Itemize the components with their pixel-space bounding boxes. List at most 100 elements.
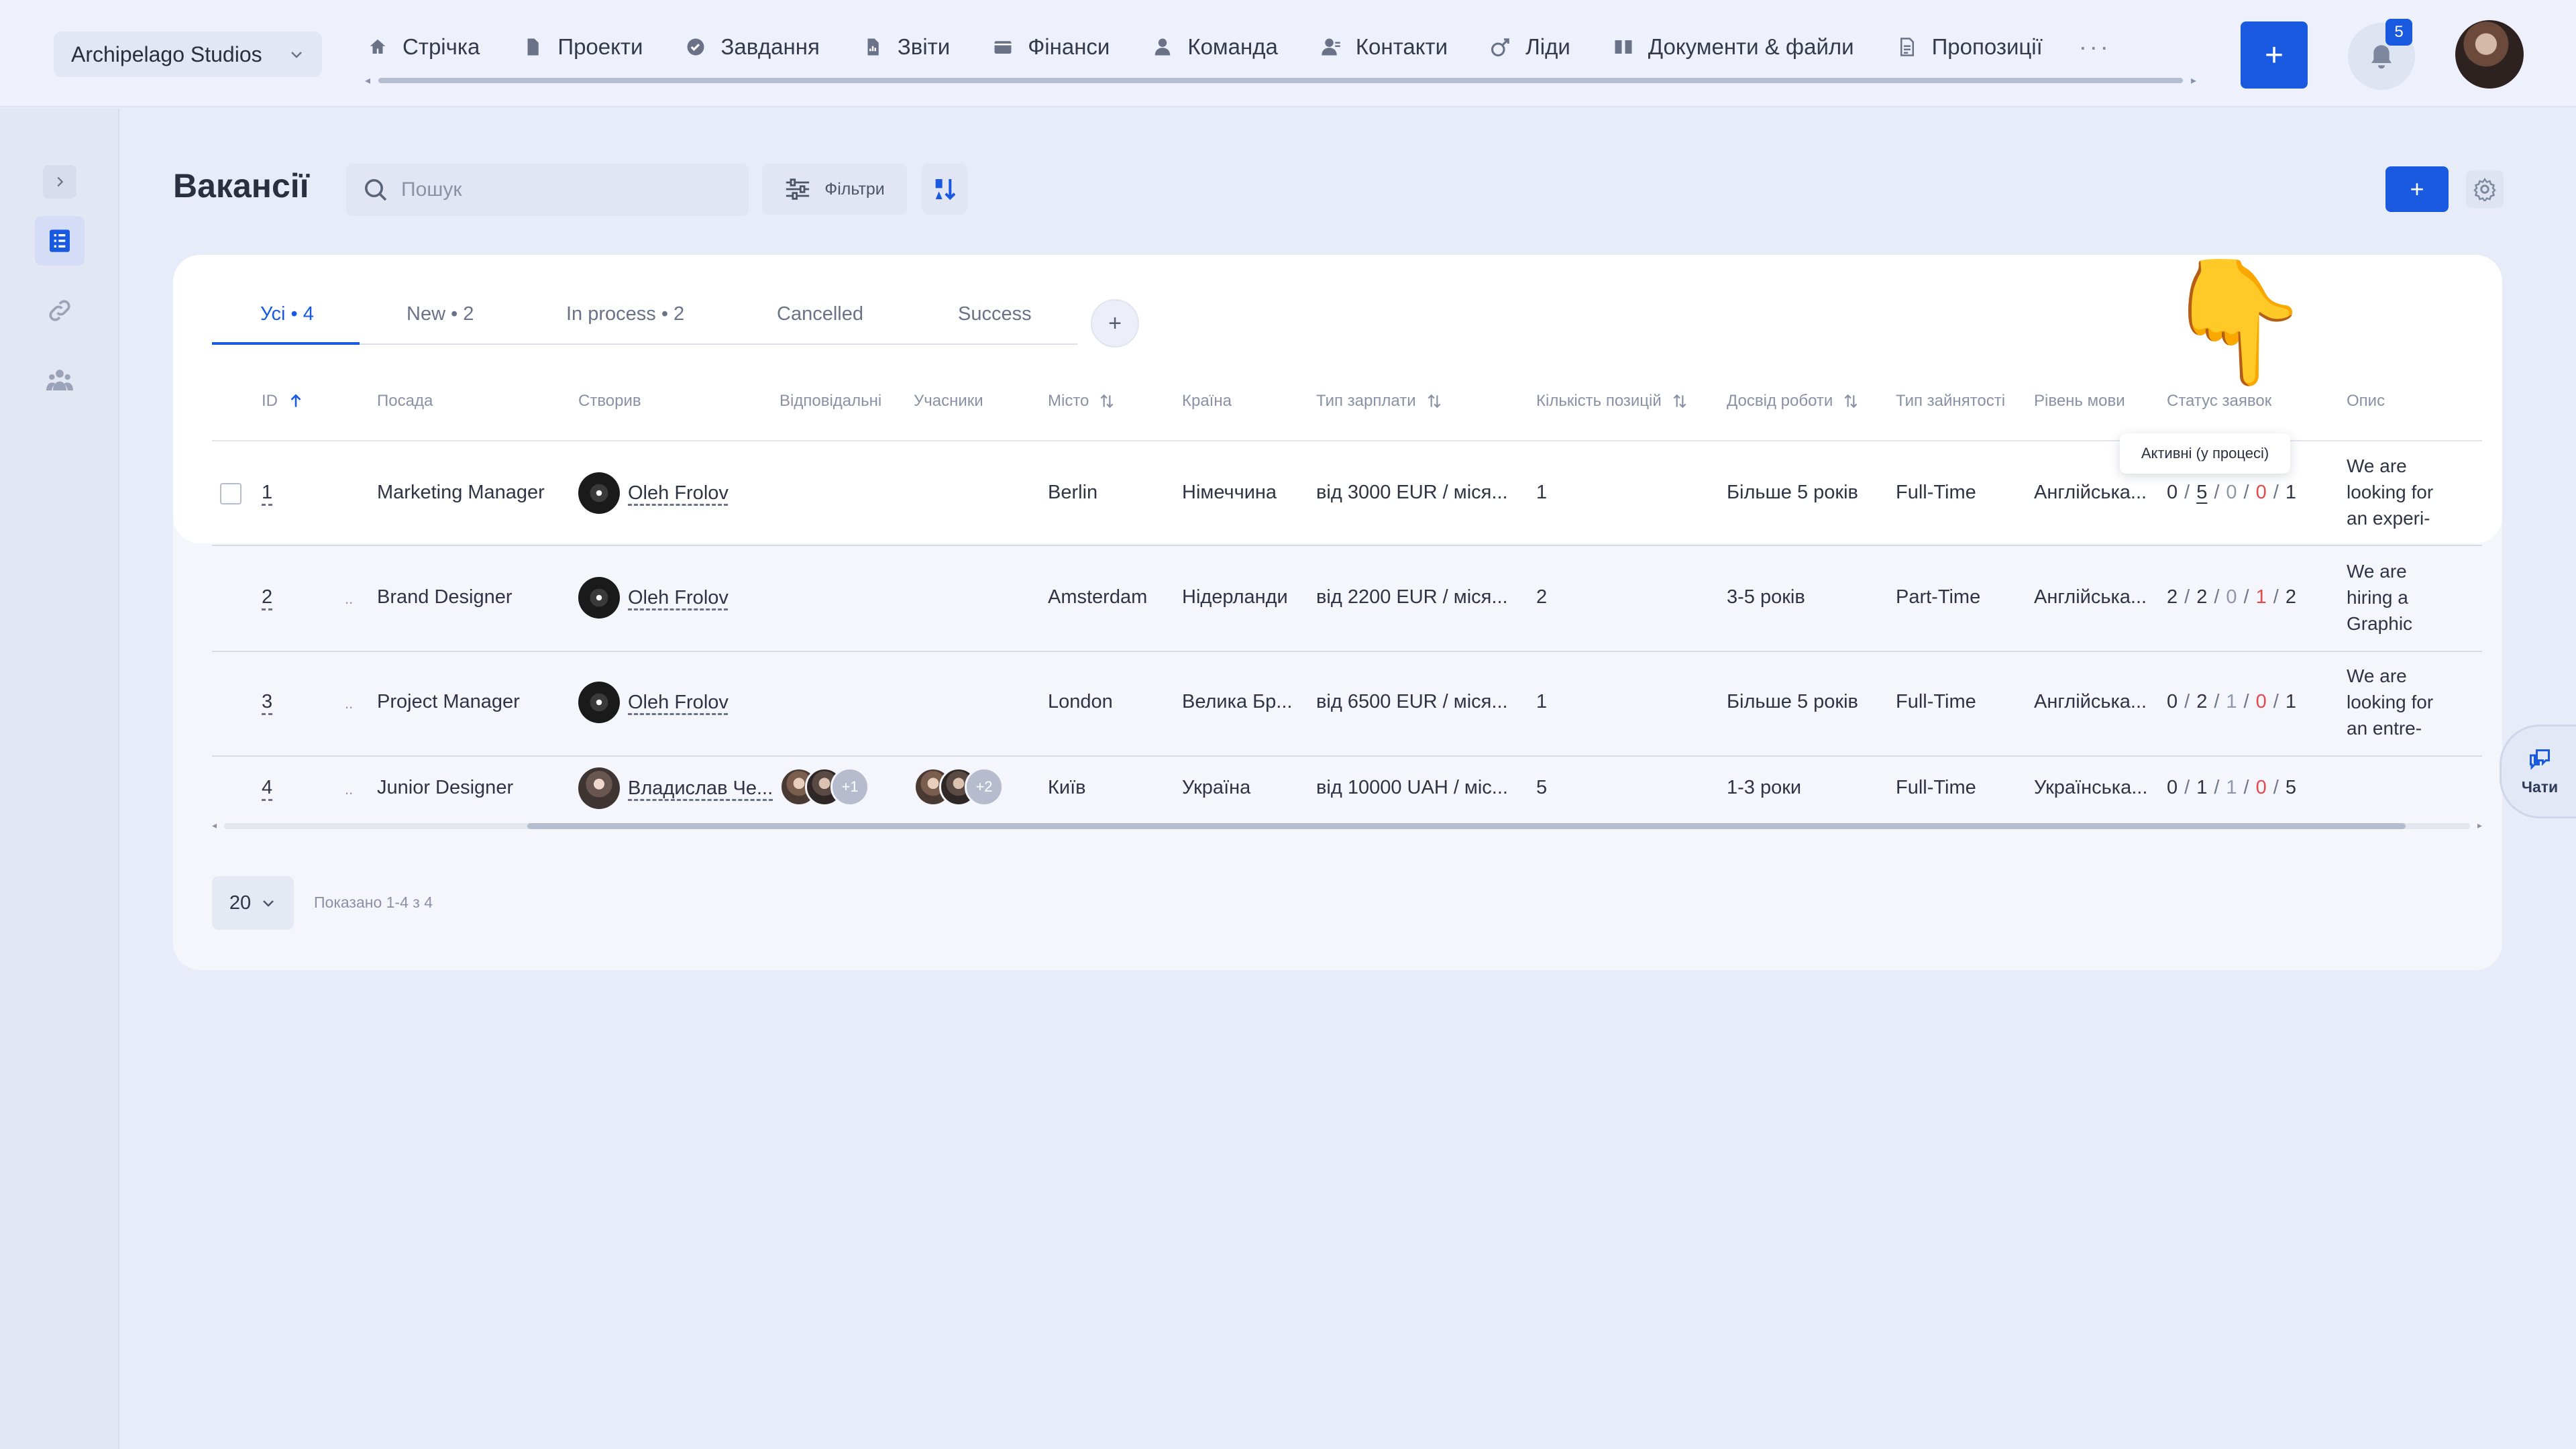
- nav-item-team[interactable]: Команда: [1152, 34, 1278, 60]
- search-input[interactable]: [401, 178, 737, 201]
- sidebar-item-candidates[interactable]: [35, 356, 85, 405]
- scroll-right-arrow-icon[interactable]: ▸: [2477, 820, 2482, 831]
- scroll-left-arrow-icon[interactable]: ◂: [212, 820, 217, 831]
- column-header-applications-status[interactable]: Статус заявок: [2167, 392, 2271, 411]
- status-total[interactable]: 1: [2286, 482, 2296, 503]
- status-rejected[interactable]: 0: [2256, 777, 2267, 798]
- company-selector[interactable]: Archipelago Studios: [54, 32, 322, 77]
- row-id[interactable]: 4: [262, 777, 272, 799]
- row-id[interactable]: 2: [262, 586, 272, 608]
- status-new[interactable]: 0: [2167, 482, 2178, 503]
- nav-item-finance[interactable]: Фінанси: [993, 34, 1110, 60]
- tab-all[interactable]: Усі • 4: [260, 303, 314, 325]
- tab-cancelled[interactable]: Cancelled: [777, 303, 863, 325]
- table-settings-button[interactable]: [2466, 170, 2504, 208]
- chats-button[interactable]: Чати: [2500, 724, 2576, 818]
- status-total[interactable]: 2: [2286, 586, 2296, 608]
- row-salary: від 6500 EUR / міся...: [1316, 691, 1508, 712]
- status-active[interactable]: 2: [2196, 691, 2207, 712]
- row-expander[interactable]: ..: [345, 590, 353, 608]
- row-creator[interactable]: Oleh Frolov: [578, 682, 729, 723]
- responsible-avatars[interactable]: +1: [780, 767, 869, 806]
- scroll-left-arrow-icon[interactable]: ◂: [365, 74, 370, 87]
- nav-label: Завдання: [720, 34, 820, 59]
- row-position[interactable]: Junior Designer: [377, 777, 513, 799]
- sort-button[interactable]: [922, 164, 967, 215]
- desc-line: We are: [2347, 665, 2407, 686]
- status-rejected[interactable]: 0: [2256, 482, 2267, 503]
- row-id[interactable]: 1: [262, 482, 272, 504]
- status-paused[interactable]: 1: [2226, 691, 2237, 712]
- row-position[interactable]: Brand Designer: [377, 586, 513, 608]
- status-paused[interactable]: 0: [2226, 482, 2237, 503]
- filters-button[interactable]: Фільтри: [762, 164, 907, 215]
- row-checkbox[interactable]: [220, 483, 241, 504]
- status-total[interactable]: 1: [2286, 691, 2296, 712]
- status-active[interactable]: 5: [2196, 482, 2207, 503]
- status-new[interactable]: 2: [2167, 586, 2178, 608]
- column-header-participants[interactable]: Учасники: [914, 392, 983, 411]
- page-size-select[interactable]: 20: [212, 876, 294, 930]
- column-header-positions-count[interactable]: Кількість позицій: [1536, 392, 1688, 411]
- nav-item-projects[interactable]: Проекти: [523, 34, 643, 60]
- sidebar-item-vacancies[interactable]: [35, 216, 85, 266]
- column-header-employment-type[interactable]: Тип зайнятості: [1896, 392, 2005, 411]
- chats-label: Чати: [2521, 777, 2559, 796]
- tab-in-process[interactable]: In process • 2: [566, 303, 684, 325]
- search-box[interactable]: [346, 164, 749, 216]
- scroll-thumb[interactable]: [527, 823, 2406, 829]
- scroll-right-arrow-icon[interactable]: ▸: [2191, 74, 2196, 87]
- column-header-created-by[interactable]: Створив: [578, 392, 641, 411]
- status-new[interactable]: 0: [2167, 691, 2178, 712]
- row-status: 0/1/1/0/5: [2167, 777, 2296, 798]
- tab-new[interactable]: New • 2: [407, 303, 474, 325]
- column-header-position[interactable]: Посада: [377, 392, 433, 411]
- row-country: Україна: [1182, 777, 1251, 798]
- status-paused[interactable]: 1: [2226, 777, 2237, 798]
- nav-scrollbar[interactable]: ◂ ▸: [365, 74, 2196, 87]
- row-position[interactable]: Marketing Manager: [377, 482, 545, 504]
- sidebar-item-links[interactable]: [35, 286, 85, 335]
- participant-avatars[interactable]: +2: [914, 767, 1004, 806]
- row-creator[interactable]: Владислав Че...: [578, 767, 773, 809]
- status-active[interactable]: 1: [2196, 777, 2207, 798]
- column-header-id[interactable]: ID: [262, 392, 305, 411]
- global-add-button[interactable]: +: [2241, 21, 2308, 89]
- column-header-language-level[interactable]: Рівень мови: [2034, 392, 2125, 411]
- column-header-description[interactable]: Опис: [2347, 392, 2385, 411]
- nav-item-feed[interactable]: Стрічка: [368, 34, 480, 60]
- column-header-city[interactable]: Місто: [1048, 392, 1116, 411]
- column-header-responsible[interactable]: Відповідальні: [780, 392, 881, 411]
- nav-item-proposals[interactable]: Пропозиції: [1897, 34, 2043, 60]
- row-creator[interactable]: Oleh Frolov: [578, 577, 729, 619]
- status-new[interactable]: 0: [2167, 777, 2178, 798]
- avatar: [578, 577, 620, 619]
- row-expander[interactable]: ..: [345, 695, 353, 712]
- tab-success[interactable]: Success: [958, 303, 1032, 325]
- column-header-country[interactable]: Країна: [1182, 392, 1232, 411]
- table-scrollbar[interactable]: ◂ ▸: [212, 820, 2482, 831]
- nav-item-tasks[interactable]: Завдання: [686, 34, 820, 60]
- status-rejected[interactable]: 0: [2256, 691, 2267, 712]
- sidebar-expand-button[interactable]: [43, 165, 76, 199]
- column-header-salary-type[interactable]: Тип зарплати: [1316, 392, 1443, 411]
- nav-item-leads[interactable]: Ліди: [1491, 34, 1570, 60]
- status-active[interactable]: 2: [2196, 586, 2207, 608]
- status-paused[interactable]: 0: [2226, 586, 2237, 608]
- status-rejected[interactable]: 1: [2256, 586, 2267, 608]
- row-position[interactable]: Project Manager: [377, 691, 520, 713]
- nav-item-documents[interactable]: Документи & файли: [1613, 34, 1854, 60]
- nav-item-contacts[interactable]: Контакти: [1321, 34, 1448, 60]
- add-tab-button[interactable]: +: [1091, 299, 1139, 347]
- nav-item-reports[interactable]: Звіти: [863, 34, 950, 60]
- nav-scroll-thumb[interactable]: [378, 78, 2183, 83]
- row-expander[interactable]: ..: [345, 781, 353, 798]
- row-creator[interactable]: Oleh Frolov: [578, 472, 729, 514]
- nav-more-button[interactable]: ···: [2079, 33, 2111, 61]
- user-avatar[interactable]: [2455, 20, 2524, 89]
- more-avatars-badge: +1: [830, 767, 869, 806]
- status-total[interactable]: 5: [2286, 777, 2296, 798]
- row-id[interactable]: 3: [262, 691, 272, 713]
- add-vacancy-button[interactable]: +: [2385, 166, 2449, 212]
- column-header-experience[interactable]: Досвід роботи: [1727, 392, 1860, 411]
